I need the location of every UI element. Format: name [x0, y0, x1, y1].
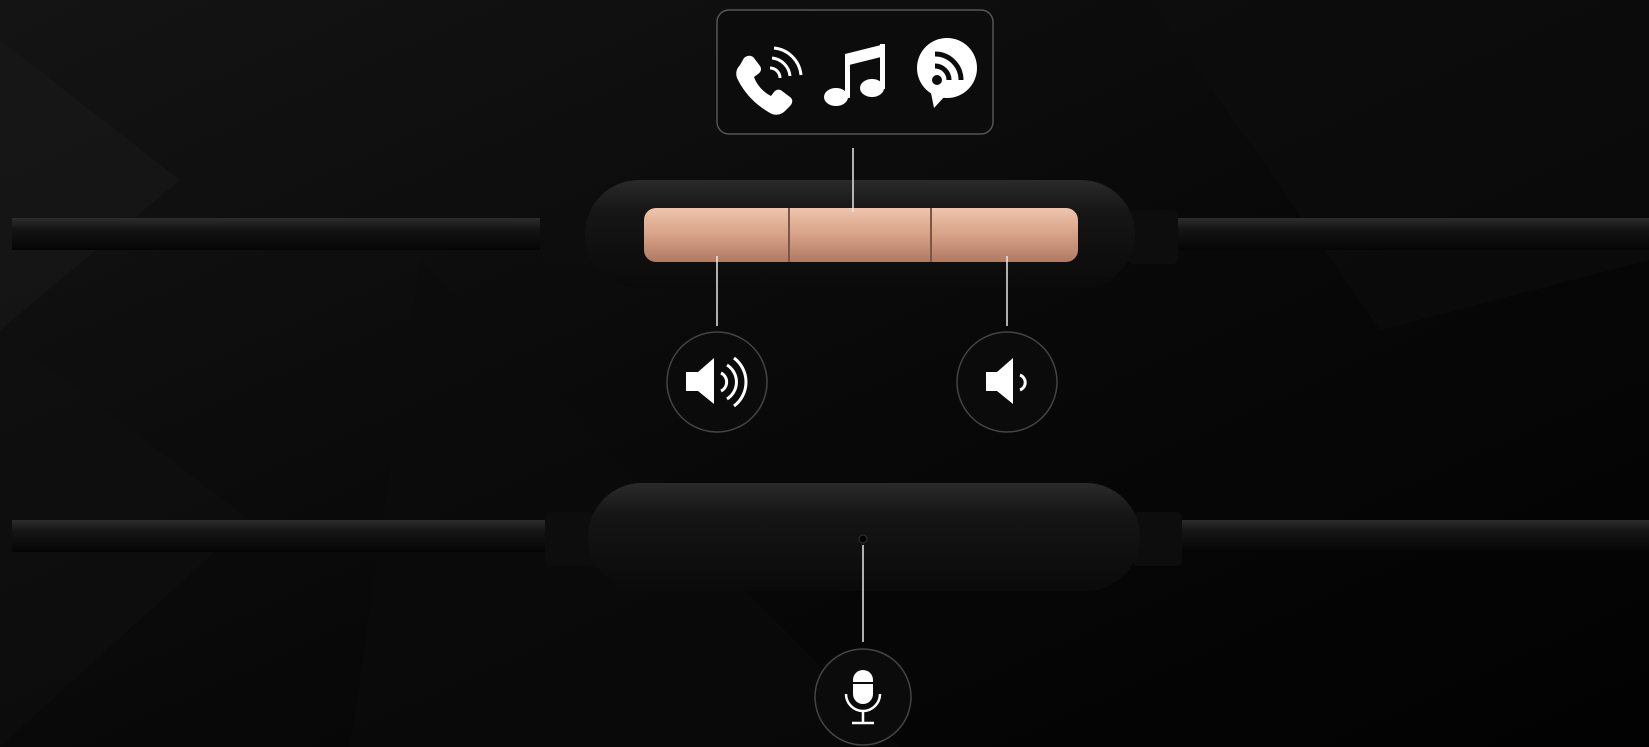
upper-cable-left: [12, 218, 542, 250]
upper-strain-relief-left: [540, 210, 590, 264]
upper-strain-relief-right: [1128, 210, 1178, 264]
lower-strain-relief-left: [545, 512, 595, 566]
multifunction-callout: [716, 9, 994, 135]
volume-up-circle: [666, 331, 768, 433]
volume-down-callout: [956, 331, 1058, 433]
upper-cable-right: [1150, 218, 1649, 250]
microphone-callout: [814, 648, 912, 746]
volume-up-button[interactable]: [646, 210, 788, 260]
lower-cable-left: [12, 520, 547, 552]
multifunction-button[interactable]: [790, 210, 930, 260]
volume-up-callout: [666, 331, 768, 433]
earphone-remote-diagram: [0, 0, 1649, 747]
lower-cable-right: [1150, 520, 1649, 552]
volume-down-button[interactable]: [932, 210, 1076, 260]
mic-hole: [858, 534, 868, 544]
